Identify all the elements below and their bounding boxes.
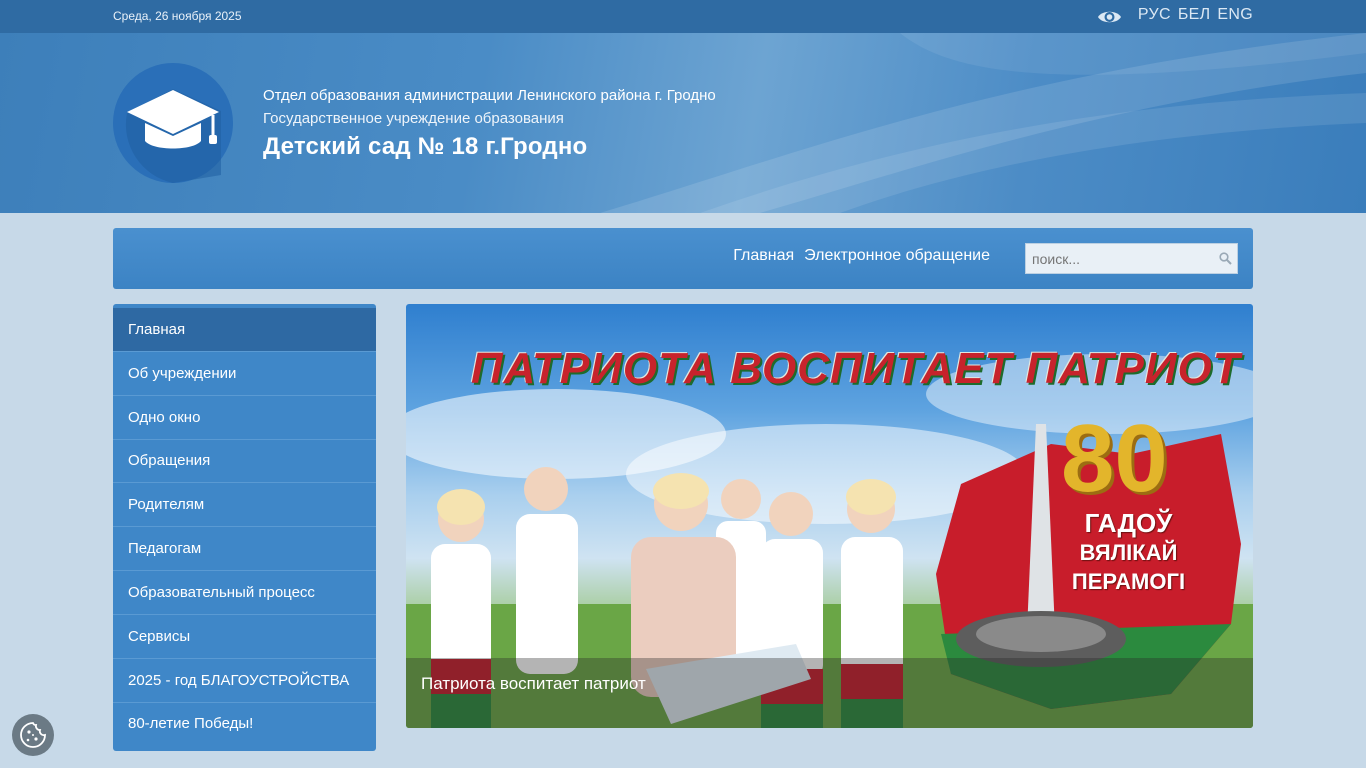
sidebar-item-education-process[interactable]: Образовательный процесс <box>113 571 376 615</box>
sidebar-item-teachers[interactable]: Педагогам <box>113 527 376 571</box>
nav-e-appeal-link[interactable]: Электронное обращение <box>804 247 990 265</box>
parent-organization: Отдел образования администрации Ленинско… <box>263 87 716 104</box>
search-input[interactable] <box>1026 244 1216 273</box>
lang-ru-link[interactable]: РУС <box>1138 6 1171 24</box>
anniversary-line-1: ГАДОЎ <box>1084 508 1173 538</box>
banner-slogan: ПАТРИОТА ВОСПИТАЕТ ПАТРИОТ <box>471 344 1241 393</box>
sidebar-item-victory-80[interactable]: 80-летие Победы! <box>113 702 376 746</box>
anniversary-line-3: ПЕРАМОГІ <box>1071 569 1186 594</box>
anniversary-text: ГАДОЎ ВЯЛІКАЙ ПЕРАМОГІ <box>1066 509 1191 596</box>
current-date: Среда, 26 ноября 2025 <box>113 9 242 23</box>
search-icon[interactable] <box>1219 252 1232 265</box>
sidebar-item-one-window[interactable]: Одно окно <box>113 396 376 440</box>
main-nav: Главная Электронное обращение <box>113 228 1253 289</box>
sidebar-menu: Главная Об учреждении Одно окно Обращени… <box>113 304 376 751</box>
sidebar-item-home[interactable]: Главная <box>113 308 376 352</box>
banner-caption[interactable]: Патриота воспитает патриот <box>421 674 646 694</box>
cookie-icon <box>20 722 46 748</box>
sidebar-item-services[interactable]: Сервисы <box>113 615 376 659</box>
banner-caption-bar: Патриота воспитает патриот <box>406 658 1253 728</box>
nav-home-link[interactable]: Главная <box>733 247 794 265</box>
lang-by-link[interactable]: БЕЛ <box>1178 6 1211 24</box>
anniversary-line-2: ВЯЛІКАЙ <box>1079 540 1178 565</box>
sidebar-item-about[interactable]: Об учреждении <box>113 352 376 396</box>
site-title[interactable]: Детский сад № 18 г.Гродно <box>263 133 587 161</box>
cookie-settings-button[interactable] <box>12 714 54 756</box>
organization-type: Государственное учреждение образования <box>263 110 564 127</box>
top-bar: Среда, 26 ноября 2025 РУС БЕЛ ENG <box>0 0 1366 33</box>
language-switcher: РУС БЕЛ ENG <box>1138 6 1253 24</box>
banner-slider[interactable]: ПАТРИОТА ВОСПИТАЕТ ПАТРИОТ 80 ГАДОЎ ВЯЛІ… <box>406 304 1253 728</box>
site-header: Отдел образования администрации Ленинско… <box>0 33 1366 213</box>
sidebar-item-year-2025[interactable]: 2025 - год БЛАГОУСТРОЙСТВА <box>113 659 376 703</box>
eye-icon[interactable] <box>1097 7 1122 27</box>
sidebar-item-parents[interactable]: Родителям <box>113 483 376 527</box>
lang-en-link[interactable]: ENG <box>1217 6 1253 24</box>
graduation-cap-icon[interactable] <box>113 63 233 183</box>
search-box <box>1025 243 1238 274</box>
sidebar-item-appeals[interactable]: Обращения <box>113 439 376 483</box>
anniversary-number: 80 <box>1061 405 1168 512</box>
